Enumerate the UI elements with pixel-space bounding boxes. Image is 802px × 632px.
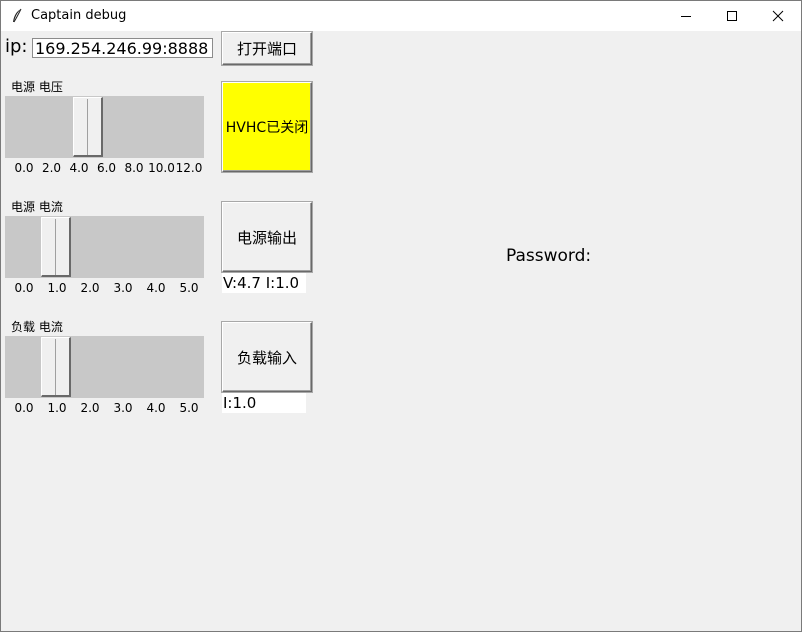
psu-current-slider[interactable] [5, 216, 204, 278]
password-label: Password: [506, 246, 592, 266]
maximize-icon [727, 11, 737, 21]
psu-voltage-label: 电源 电压 [11, 80, 63, 94]
scale-tick-label: 12.0 [175, 161, 203, 175]
psu-voltage-slider-thumb[interactable] [72, 97, 103, 157]
scale-tick-label: 5.0 [179, 281, 199, 295]
scale-tick-label: 0.0 [14, 401, 34, 415]
load-current-scale: 0.0 1.0 2.0 3.0 4.0 5.0 [5, 401, 204, 417]
load-input-button[interactable]: 负载输入 [221, 321, 313, 393]
scale-tick-label: 0.0 [14, 161, 34, 175]
ip-label: ip: [5, 36, 28, 57]
close-button[interactable] [755, 1, 801, 31]
scale-tick-label: 0.0 [14, 281, 34, 295]
close-icon [772, 10, 784, 22]
hvhc-toggle-button[interactable]: HVHC已关闭 [221, 81, 313, 173]
scale-tick-label: 1.0 [47, 281, 67, 295]
psu-voltage-scale: 0.0 2.0 4.0 6.0 8.0 10.0 12.0 [5, 161, 204, 177]
scale-tick-label: 5.0 [179, 401, 199, 415]
minimize-icon [681, 16, 691, 17]
psu-output-button[interactable]: 电源输出 [221, 201, 313, 273]
scale-tick-label: 2.0 [41, 161, 62, 175]
scale-tick-label: 6.0 [96, 161, 117, 175]
load-current-slider-thumb[interactable] [41, 337, 71, 397]
ip-input[interactable] [32, 38, 213, 58]
open-port-button[interactable]: 打开端口 [221, 31, 313, 66]
psu-voltage-slider[interactable] [5, 96, 204, 158]
psu-readout: V:4.7 I:1.0 [222, 273, 306, 293]
scale-tick-label: 1.0 [47, 401, 67, 415]
scale-tick-label: 4.0 [69, 161, 89, 175]
scale-tick-label: 3.0 [113, 401, 133, 415]
feather-icon [11, 8, 23, 24]
psu-current-slider-thumb[interactable] [41, 217, 71, 277]
window-title: Captain debug [31, 8, 127, 23]
load-current-slider[interactable] [5, 336, 204, 398]
psu-current-scale: 0.0 1.0 2.0 3.0 4.0 5.0 [5, 281, 204, 297]
scale-tick-label: 2.0 [80, 401, 100, 415]
title-bar[interactable]: Captain debug [1, 1, 801, 31]
minimize-button[interactable] [663, 1, 709, 31]
scale-tick-label: 4.0 [146, 281, 166, 295]
load-readout: I:1.0 [222, 393, 306, 413]
scale-tick-label: 3.0 [113, 281, 133, 295]
scale-tick-label: 4.0 [146, 401, 166, 415]
scale-tick-label: 10.0 [148, 161, 175, 175]
scale-tick-label: 8.0 [124, 161, 144, 175]
load-current-label: 负载 电流 [11, 320, 63, 334]
scale-tick-label: 2.0 [80, 281, 100, 295]
app-window: Captain debug ip: 打开端口 HVHC已关闭 电源 电压 0.0… [0, 0, 802, 632]
maximize-button[interactable] [709, 1, 755, 31]
psu-current-label: 电源 电流 [11, 200, 63, 214]
